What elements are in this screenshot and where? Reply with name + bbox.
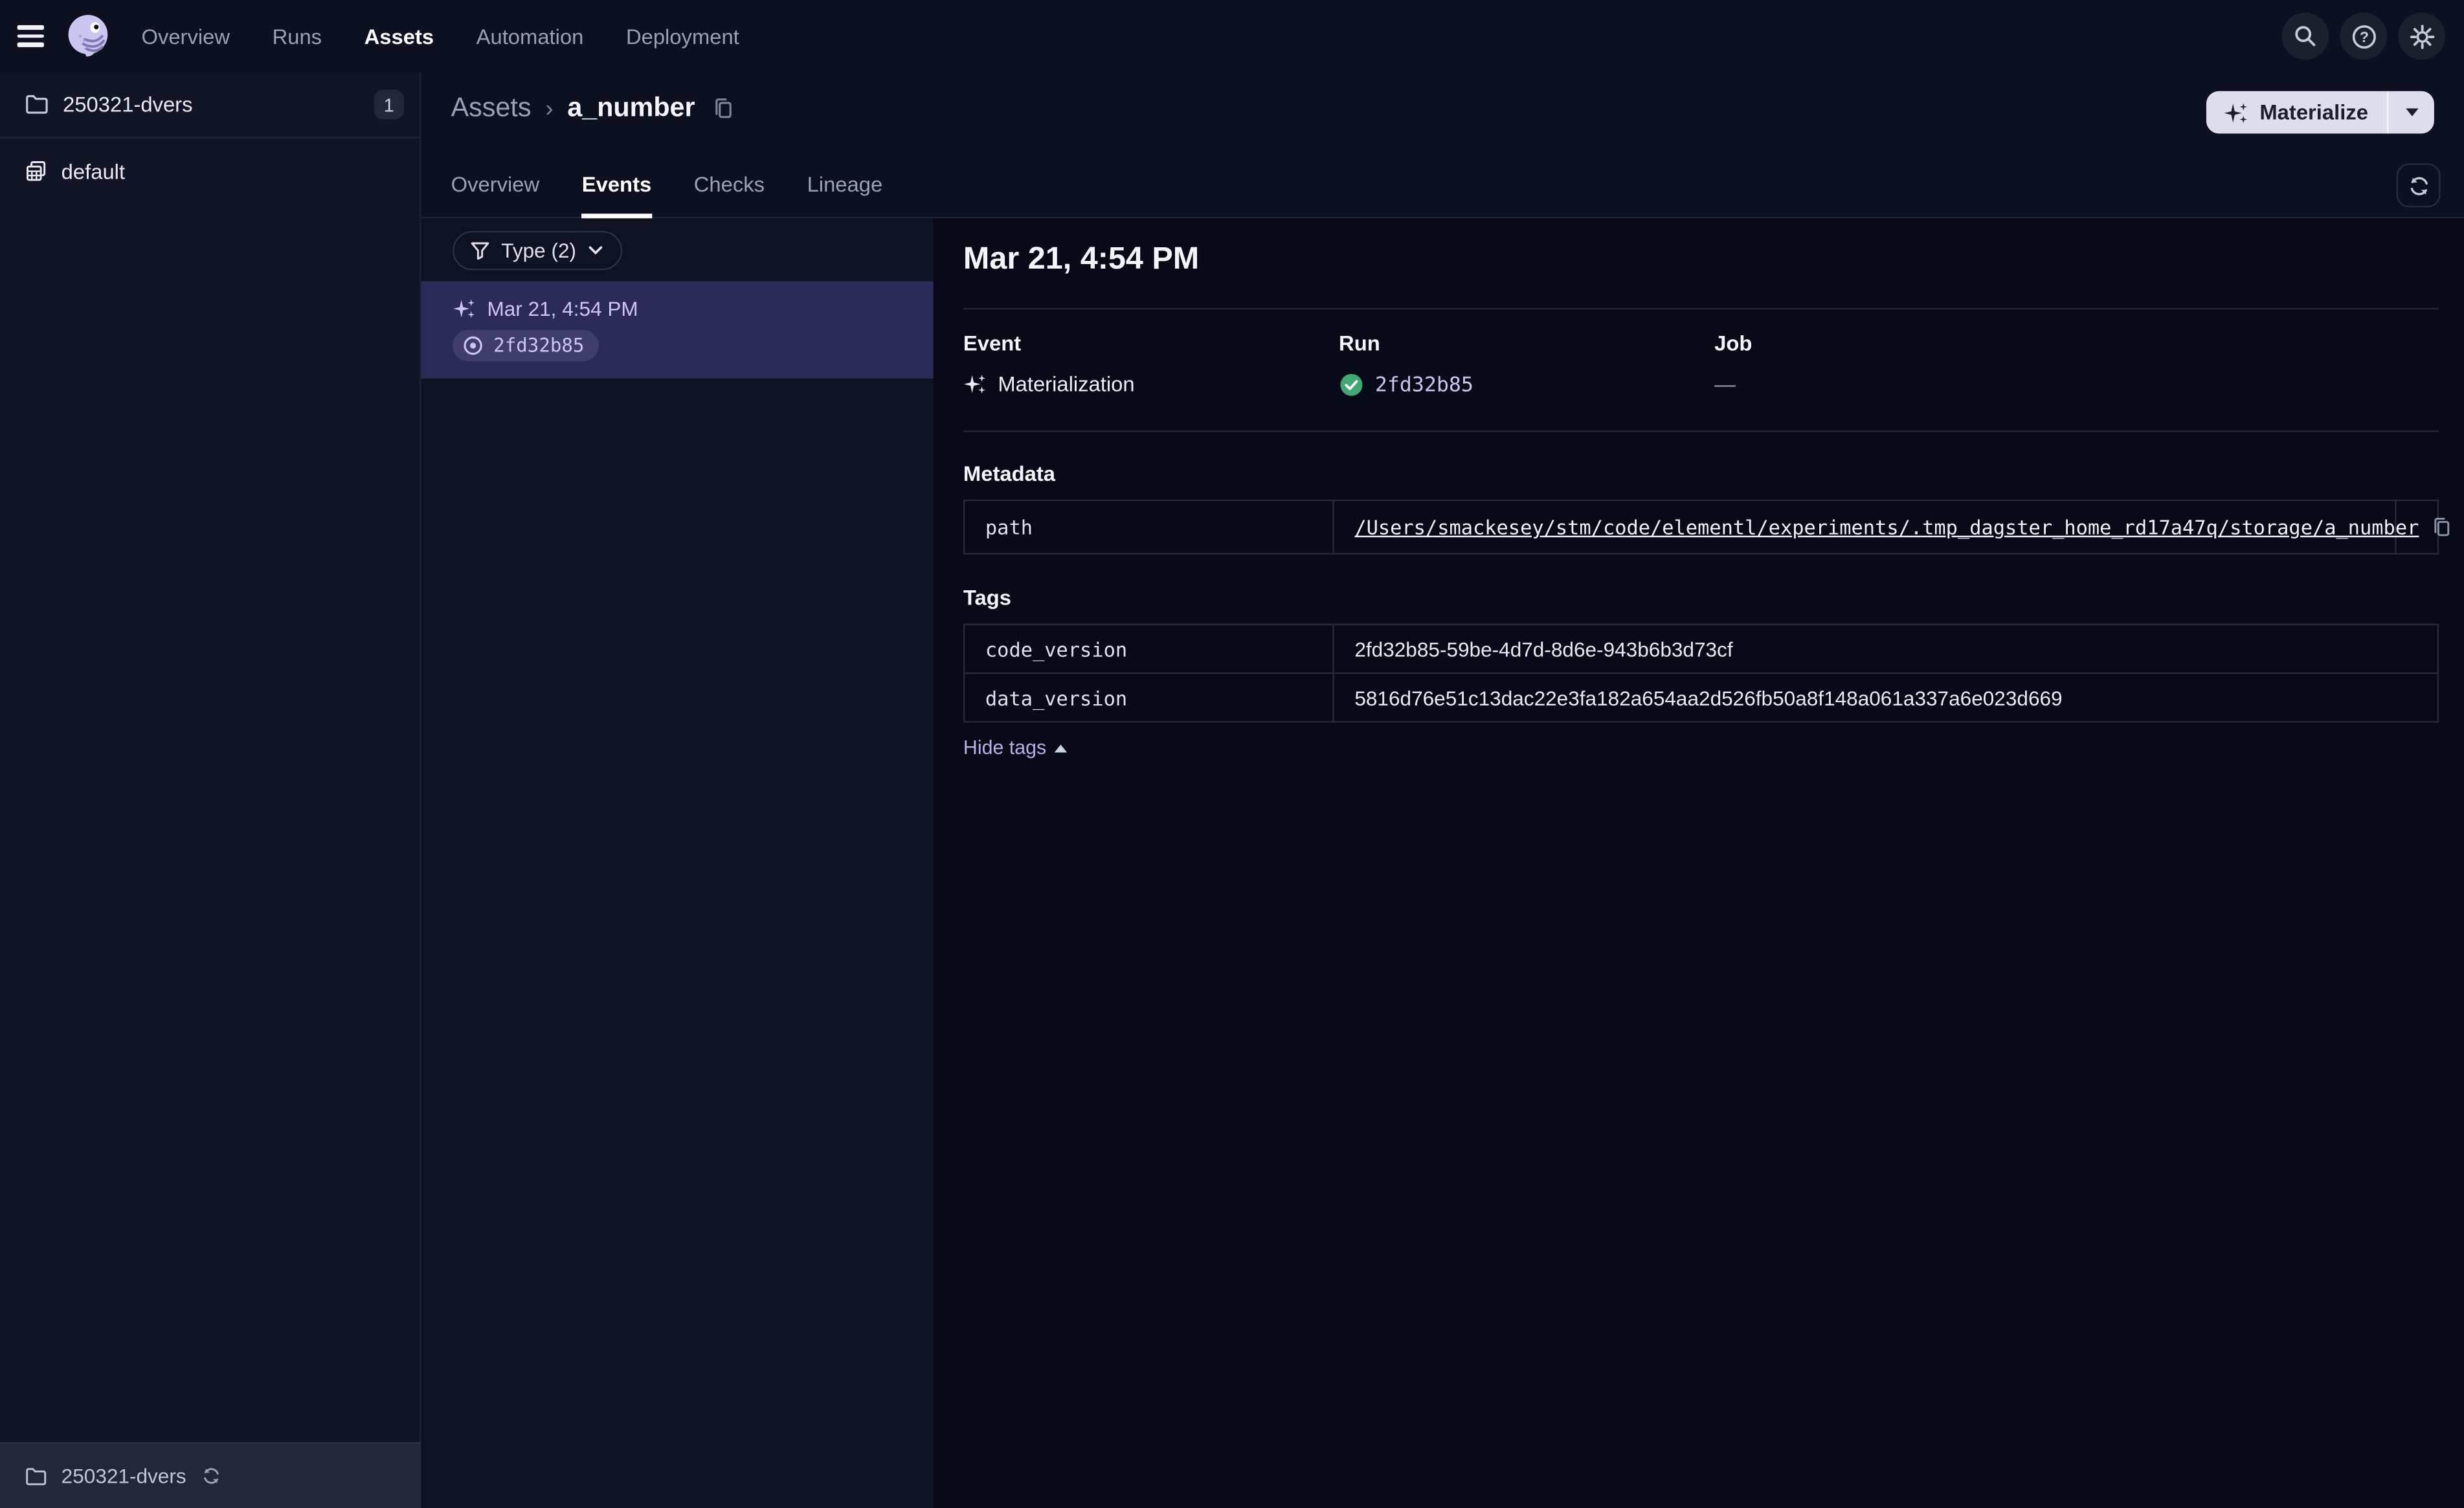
- asset-tabs: Overview Events Checks Lineage: [451, 173, 883, 219]
- run-id-link[interactable]: 2fd32b85: [1375, 373, 1473, 396]
- nav-runs[interactable]: Runs: [273, 25, 322, 48]
- job-empty-value: —: [1714, 372, 1736, 396]
- breadcrumb: Assets › a_number: [451, 93, 736, 124]
- count-badge: 1: [374, 89, 404, 120]
- copy-icon[interactable]: [2432, 515, 2454, 538]
- metadata-key: path: [963, 499, 1334, 555]
- sidebar: 250321-dvers 1 default: [0, 72, 421, 1443]
- asset-group-icon: [25, 161, 47, 183]
- search-icon: [2292, 23, 2318, 49]
- divider: [963, 307, 2439, 310]
- run-column-header: Run: [1339, 331, 1380, 355]
- event-summary-row: Event Materialization Run 2fd32b85 Job —: [963, 331, 2439, 397]
- type-filter-label: Type (2): [501, 238, 577, 263]
- tab-checks[interactable]: Checks: [694, 173, 765, 218]
- run-id-pill[interactable]: 2fd32b85: [453, 329, 599, 362]
- chevron-down-icon: [587, 245, 603, 256]
- filter-icon: [470, 240, 491, 261]
- tab-overview[interactable]: Overview: [451, 173, 540, 218]
- chevron-right-icon: ›: [545, 94, 554, 122]
- asset-group-label: default: [61, 159, 126, 183]
- folder-icon: [25, 94, 49, 115]
- event-column: Event Materialization: [963, 331, 1339, 397]
- nav-automation[interactable]: Automation: [476, 25, 584, 48]
- menu-icon[interactable]: [0, 0, 60, 72]
- refresh-button[interactable]: [2396, 163, 2441, 208]
- sparkle-icon: [2224, 100, 2249, 125]
- path-link[interactable]: /Users/smackesey/stm/code/elementl/exper…: [1354, 515, 2419, 538]
- sparkle-icon: [963, 372, 987, 395]
- sidebar-footer[interactable]: 250321-dvers: [0, 1442, 421, 1508]
- materialize-button[interactable]: Materialize: [2206, 91, 2387, 134]
- code-location-label: 250321-dvers: [63, 93, 193, 116]
- app-root: Overview Runs Assets Automation Deployme…: [0, 0, 2464, 1508]
- settings-button[interactable]: [2398, 12, 2445, 60]
- refresh-icon: [2406, 173, 2430, 197]
- search-button[interactable]: [2281, 12, 2329, 60]
- circle-dot-icon: [462, 335, 484, 357]
- event-type-label: Materialization: [998, 372, 1135, 396]
- refresh-icon[interactable]: [200, 1466, 221, 1487]
- event-detail-title: Mar 21, 4:54 PM: [963, 241, 1200, 277]
- metadata-table: path /Users/smackesey/stm/code/elementl/…: [963, 499, 2450, 555]
- sidebar-item-code-location[interactable]: 250321-dvers 1: [0, 72, 420, 139]
- event-list-panel: Type (2) Mar 21, 4:54 PM 2fd32b85: [421, 218, 934, 1508]
- event-column-header: Event: [963, 331, 1022, 355]
- event-detail-panel: Mar 21, 4:54 PM Event Materialization Ru…: [933, 218, 2464, 1508]
- table-row: code_version 2fd32b85-59be-4d7d-8d6e-943…: [963, 623, 2439, 674]
- nav-overview[interactable]: Overview: [141, 25, 230, 48]
- content-header: Assets › a_number Materialize Overview E…: [421, 72, 2464, 219]
- tag-key: data_version: [963, 672, 1334, 723]
- dagster-logo-icon[interactable]: [63, 11, 113, 61]
- table-row: data_version 5816d76e51c13dac22e3fa182a6…: [963, 672, 2439, 723]
- footer-code-location-label: 250321-dvers: [61, 1464, 186, 1488]
- tag-value: 5816d76e51c13dac22e3fa182a654aa2d526fb50…: [1332, 672, 2439, 723]
- materialize-label: Materialize: [2259, 100, 2368, 124]
- tags-table: code_version 2fd32b85-59be-4d7d-8d6e-943…: [963, 623, 2439, 723]
- sparkle-icon: [453, 297, 476, 320]
- tag-key: code_version: [963, 623, 1334, 674]
- filter-row: Type (2): [421, 218, 934, 271]
- copy-icon: [712, 96, 735, 121]
- run-column: Run 2fd32b85: [1339, 331, 1714, 397]
- tab-events[interactable]: Events: [581, 173, 652, 219]
- hide-tags-label: Hide tags: [963, 737, 1047, 759]
- sidebar-item-asset-group[interactable]: default: [0, 139, 420, 205]
- copy-asset-name-button[interactable]: [712, 96, 735, 121]
- tab-lineage[interactable]: Lineage: [807, 173, 883, 218]
- materialize-split-button: Materialize: [2206, 91, 2434, 134]
- top-nav: Overview Runs Assets Automation Deployme…: [0, 0, 2464, 72]
- job-column: Job —: [1714, 331, 2090, 397]
- materialize-dropdown-button[interactable]: [2388, 91, 2434, 134]
- metadata-heading: Metadata: [963, 461, 1055, 486]
- event-timestamp: Mar 21, 4:54 PM: [487, 296, 638, 321]
- divider: [963, 430, 2439, 432]
- nav-actions: ?: [2281, 12, 2464, 60]
- asset-name: a_number: [567, 93, 695, 123]
- nav-links: Overview Runs Assets Automation Deployme…: [141, 25, 739, 48]
- type-filter-button[interactable]: Type (2): [453, 230, 622, 271]
- event-list-item[interactable]: Mar 21, 4:54 PM 2fd32b85: [421, 281, 934, 379]
- triangle-up-icon: [1054, 744, 1067, 752]
- caret-down-icon: [2404, 108, 2418, 116]
- nav-assets[interactable]: Assets: [364, 25, 434, 48]
- svg-text:?: ?: [2359, 28, 2368, 45]
- breadcrumb-assets-link[interactable]: Assets: [451, 93, 532, 124]
- hide-tags-button[interactable]: Hide tags: [963, 737, 1067, 759]
- run-success-icon: [1339, 372, 1364, 397]
- nav-deployment[interactable]: Deployment: [626, 25, 739, 48]
- gear-icon: [2408, 23, 2435, 49]
- job-column-header: Job: [1714, 331, 1753, 355]
- run-id-label: 2fd32b85: [493, 335, 585, 357]
- tags-heading: Tags: [963, 586, 1012, 610]
- help-icon: ?: [2350, 23, 2377, 49]
- help-button[interactable]: ?: [2340, 12, 2388, 60]
- tag-value: 2fd32b85-59be-4d7d-8d6e-943b6b3d73cf: [1332, 623, 2439, 674]
- folder-icon: [25, 1467, 47, 1485]
- table-row: path /Users/smackesey/stm/code/elementl/…: [963, 499, 2450, 555]
